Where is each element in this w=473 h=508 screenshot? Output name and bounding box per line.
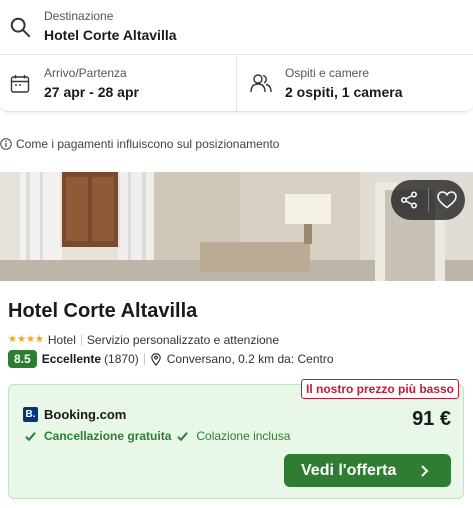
- hotel-type: Hotel: [47, 333, 76, 347]
- hotel-location: Conversano, 0.2 km da: Centro: [166, 352, 334, 366]
- review-count: (1870): [104, 352, 139, 366]
- dates-value: 27 apr - 28 apr: [44, 84, 139, 100]
- hotel-tagline: Servizio personalizzato e attenzione: [86, 333, 280, 347]
- guests-label: Ospiti e camere: [285, 66, 370, 80]
- destination-label: Destinazione: [44, 9, 114, 23]
- guests-field[interactable]: Ospiti e camere 2 ospiti, 1 camera: [237, 56, 473, 112]
- search-icon: [10, 17, 31, 38]
- booking-logo: B.: [23, 407, 38, 422]
- dates-label: Arrivo/Partenza: [44, 66, 127, 80]
- offer-price: 91 €: [412, 408, 451, 430]
- star-icon: ★: [16, 334, 26, 345]
- people-icon: [250, 74, 272, 93]
- score-badge: 8.5: [8, 350, 37, 368]
- guests-value: 2 ospiti, 1 camera: [285, 84, 403, 100]
- star-icon: ★: [34, 334, 44, 345]
- check-icon: [177, 431, 189, 441]
- breakfast-included: Colazione inclusa: [196, 429, 291, 443]
- provider-name: Booking.com: [44, 407, 127, 422]
- free-cancellation: Cancellazione gratuita: [44, 429, 172, 443]
- offer-features: Cancellazione gratuita Colazione inclusa: [25, 429, 290, 443]
- rating-divider: [143, 353, 145, 365]
- provider: B. Booking.com: [23, 407, 126, 422]
- best-price-badge: Il nostro prezzo più basso: [300, 379, 459, 399]
- calendar-icon: [10, 75, 30, 93]
- star-rating: ★ ★ ★ ★: [8, 335, 44, 345]
- photo-actions: [391, 180, 465, 220]
- hotel-meta: ★ ★ ★ ★ Hotel Servizio personalizzato e …: [8, 332, 279, 348]
- heart-icon: [436, 191, 457, 209]
- share-button[interactable]: [391, 180, 428, 220]
- map-pin-icon: [150, 352, 161, 366]
- destination-value: Hotel Corte Altavilla: [44, 27, 177, 43]
- rating-label: Eccellente: [41, 352, 102, 366]
- offer-card[interactable]: Il nostro prezzo più basso B. Booking.co…: [8, 379, 464, 499]
- dates-field[interactable]: Arrivo/Partenza 27 apr - 28 apr: [0, 56, 237, 112]
- rating-row: 8.5 Eccellente (1870) Conversano, 0.2 km…: [8, 350, 334, 368]
- view-deal-button[interactable]: Vedi l'offerta: [284, 454, 451, 487]
- meta-divider: [80, 334, 82, 346]
- destination-field[interactable]: Destinazione Hotel Corte Altavilla: [0, 0, 473, 55]
- info-link-text: Come i pagamenti influiscono sul posizio…: [16, 137, 280, 151]
- check-icon: [25, 431, 36, 441]
- ranking-info-link[interactable]: Come i pagamenti influiscono sul posizio…: [0, 136, 279, 152]
- hotel-photo[interactable]: [0, 172, 473, 281]
- chevron-right-icon: [421, 465, 429, 477]
- share-icon: [401, 191, 418, 209]
- hotel-name[interactable]: Hotel Corte Altavilla: [8, 300, 197, 323]
- favorite-button[interactable]: [428, 180, 465, 220]
- star-icon: ★: [8, 334, 17, 345]
- info-icon: [0, 138, 12, 150]
- star-icon: ★: [25, 334, 35, 345]
- search-form: Destinazione Hotel Corte Altavilla Arriv…: [0, 0, 473, 112]
- view-deal-label: Vedi l'offerta: [301, 461, 397, 479]
